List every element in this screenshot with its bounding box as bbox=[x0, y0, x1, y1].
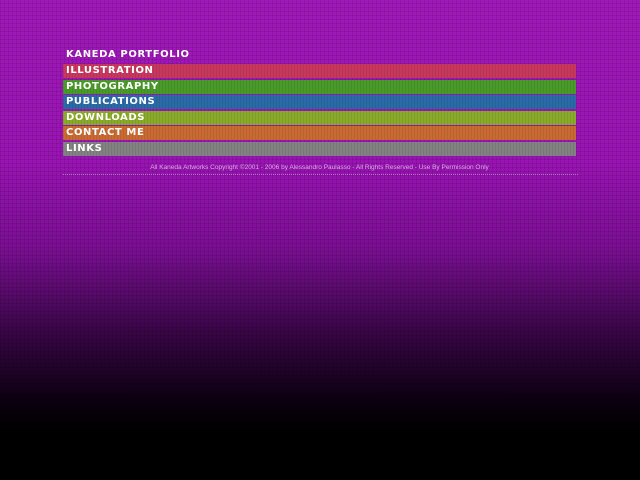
menu-item-links[interactable]: LINKS bbox=[63, 141, 576, 156]
footer-divider bbox=[63, 174, 578, 175]
copyright-notice: All Kaneda Artworks Copyright ©2001 - 20… bbox=[150, 164, 489, 171]
menu-item-photography[interactable]: PHOTOGRAPHY bbox=[63, 79, 576, 94]
menu-item-downloads[interactable]: DOWNLOADS bbox=[63, 110, 576, 125]
menu-item-publications[interactable]: PUBLICATIONS bbox=[63, 95, 576, 109]
main-menu: KANEDA PORTFOLIO ILLUSTRATION PHOTOGRAPH… bbox=[63, 48, 576, 157]
menu-item-illustration[interactable]: ILLUSTRATION bbox=[63, 64, 576, 78]
menu-item-contact-me[interactable]: CONTACT ME bbox=[63, 126, 576, 140]
site-title[interactable]: KANEDA PORTFOLIO bbox=[63, 48, 576, 62]
